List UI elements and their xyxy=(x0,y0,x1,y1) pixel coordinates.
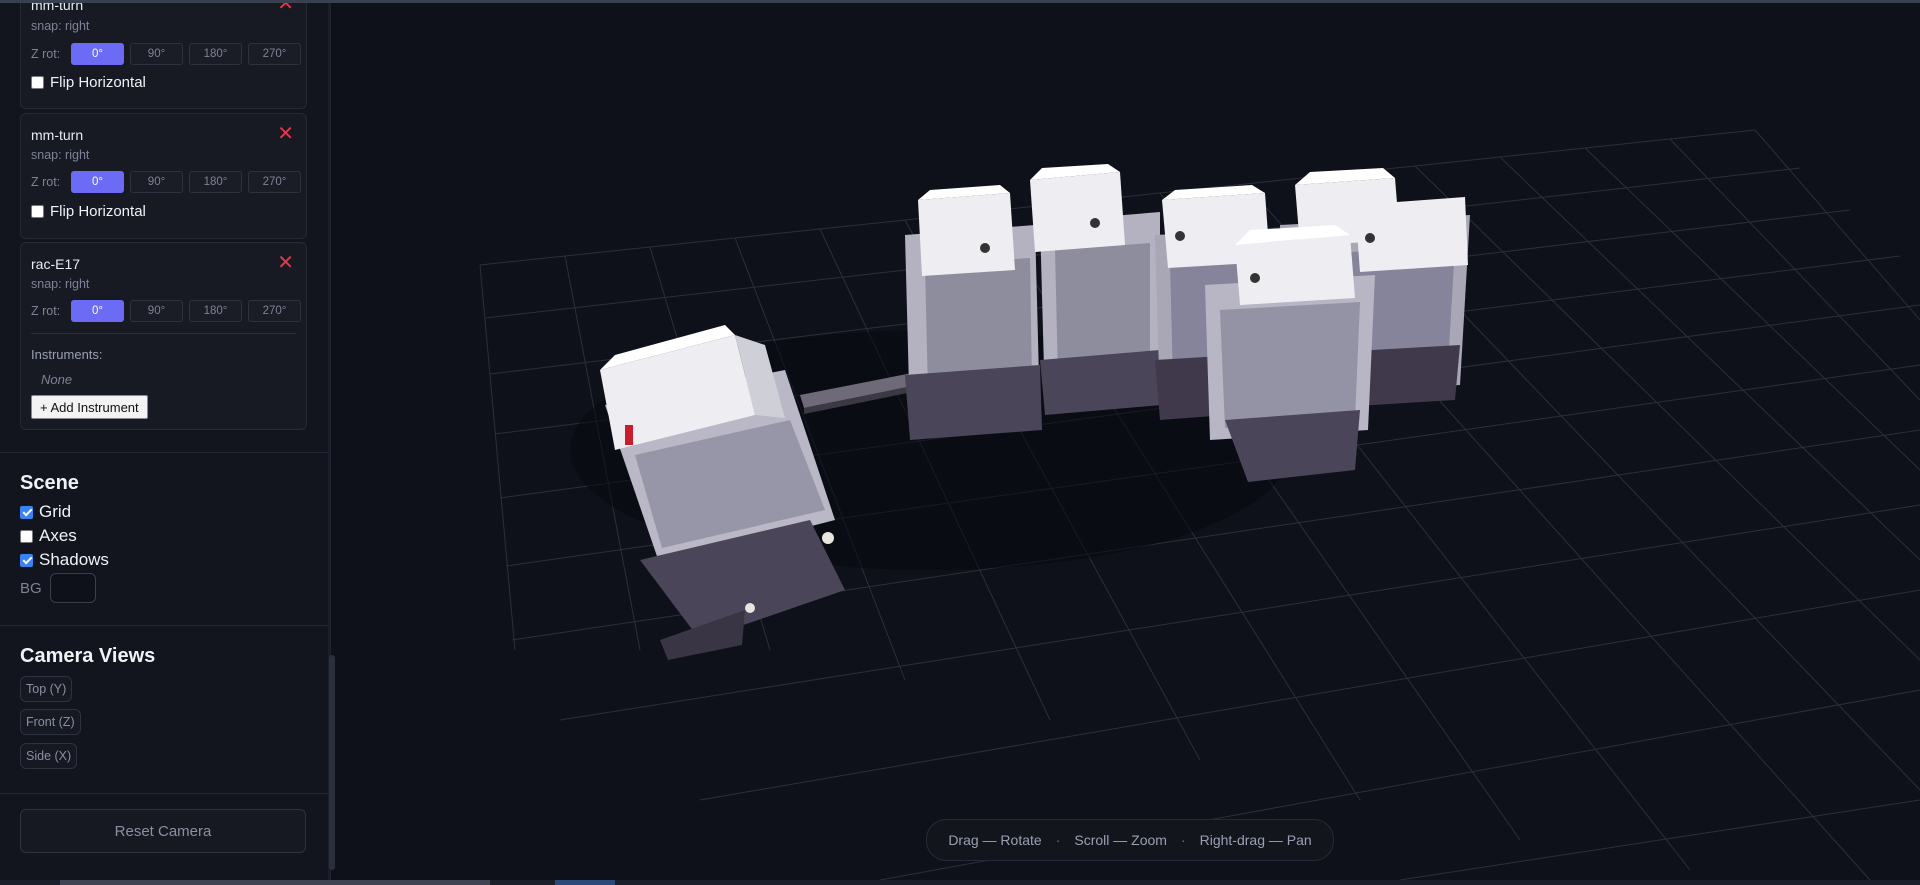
hint-rotate: Drag — Rotate xyxy=(948,832,1042,848)
horizontal-scrollbar-indicator xyxy=(555,880,615,885)
hint-separator: · xyxy=(1180,832,1186,848)
controls-hint: Drag — Rotate · Scroll — Zoom · Right-dr… xyxy=(926,819,1334,861)
horizontal-scrollbar[interactable] xyxy=(0,880,1920,885)
hint-separator: · xyxy=(1055,832,1061,848)
horizontal-scrollbar-thumb[interactable] xyxy=(60,880,490,885)
hint-zoom: Scroll — Zoom xyxy=(1074,832,1167,848)
hint-pan: Right-drag — Pan xyxy=(1199,832,1312,848)
viewport-3d[interactable] xyxy=(0,0,1920,885)
